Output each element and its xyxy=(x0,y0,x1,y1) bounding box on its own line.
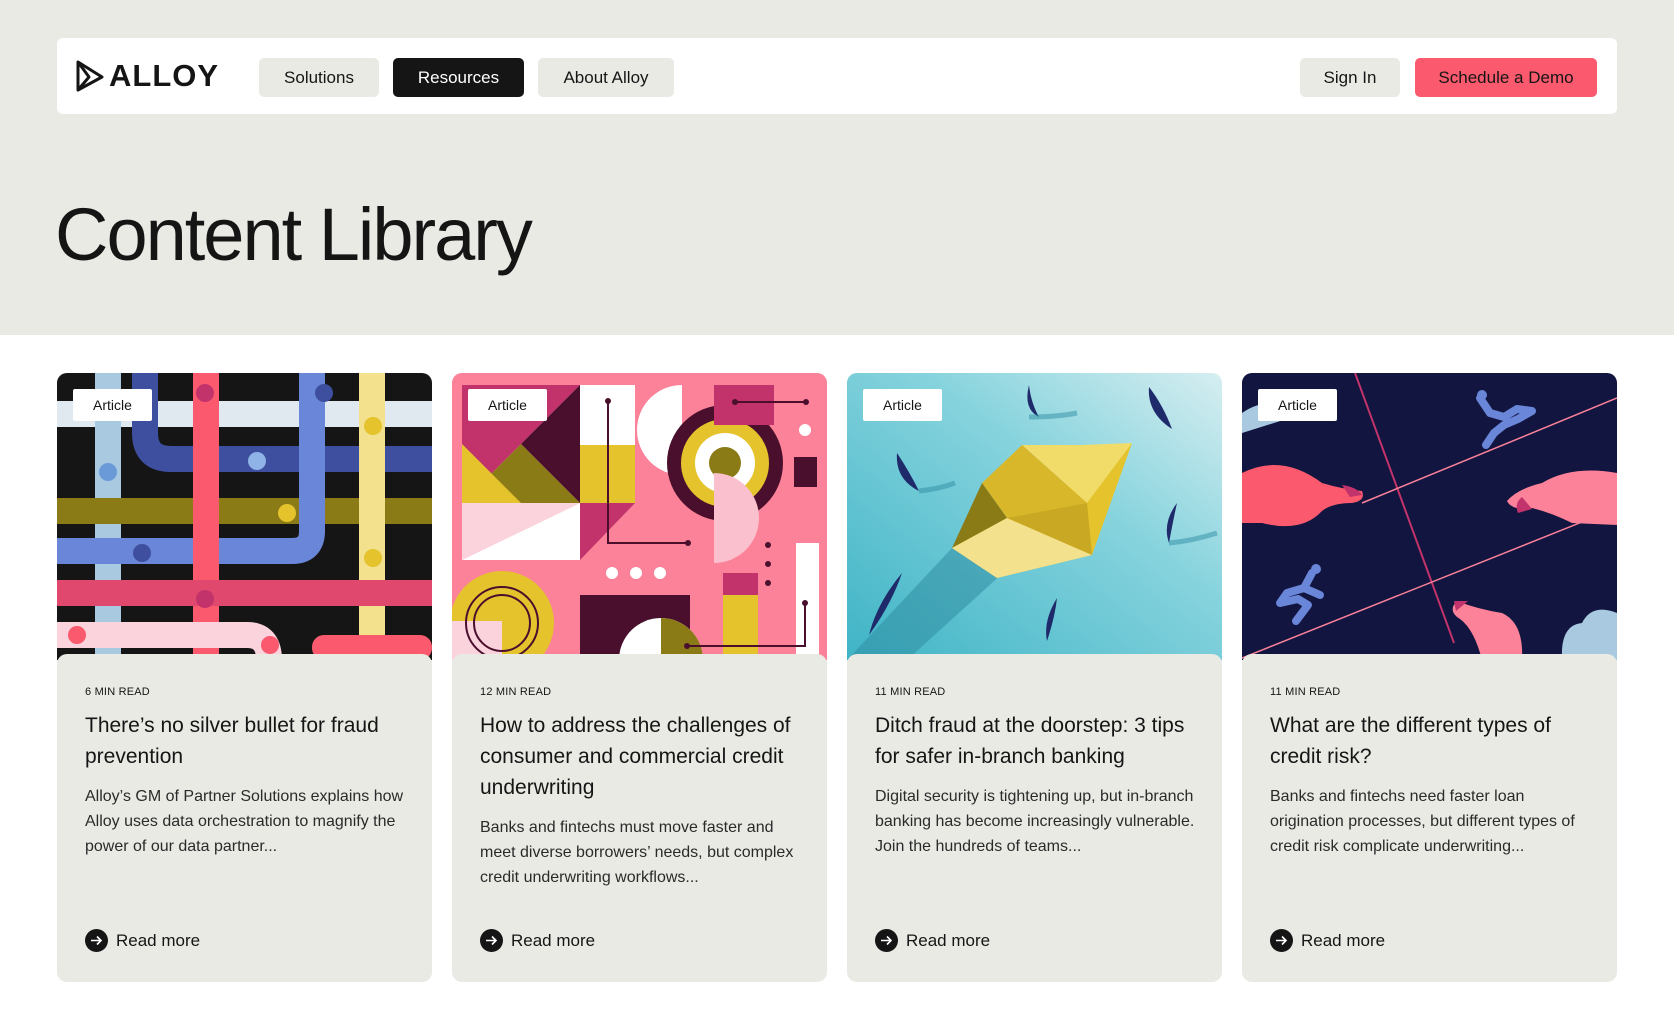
card-type-badge: Article xyxy=(863,389,942,421)
alloy-logo[interactable]: ALLOY xyxy=(75,58,219,94)
page-title: Content Library xyxy=(55,193,533,276)
card-description: Digital security is tightening up, but i… xyxy=(875,788,1195,855)
card-body: 6 MIN READ There’s no silver bullet for … xyxy=(57,654,432,976)
read-more-link[interactable]: Read more xyxy=(875,929,990,952)
nav-solutions[interactable]: Solutions xyxy=(259,58,379,97)
card-description: Banks and fintechs need faster loan orig… xyxy=(1270,788,1575,855)
sign-in-button[interactable]: Sign In xyxy=(1300,58,1400,97)
arrow-right-icon xyxy=(480,929,503,952)
card-title[interactable]: There’s no silver bullet for fraud preve… xyxy=(85,710,415,772)
nav-about-alloy[interactable]: About Alloy xyxy=(538,58,674,97)
read-more-link[interactable]: Read more xyxy=(85,929,200,952)
card-title[interactable]: What are the different types of credit r… xyxy=(1270,710,1600,772)
read-more-label: Read more xyxy=(1301,930,1386,950)
card-type-badge: Article xyxy=(73,389,152,421)
nav-resources[interactable]: Resources xyxy=(393,58,524,97)
card-body: 11 MIN READ What are the different types… xyxy=(1242,654,1617,976)
read-more-label: Read more xyxy=(511,930,596,950)
read-more-link[interactable]: Read more xyxy=(1270,929,1385,952)
arrow-right-icon xyxy=(875,929,898,952)
arrow-right-icon xyxy=(1270,929,1293,952)
read-time: 6 MIN READ xyxy=(85,686,150,698)
logo-text: ALLOY xyxy=(109,58,220,93)
card-type-badge: Article xyxy=(468,389,547,421)
top-nav: ALLOY Solutions Resources About Alloy Si… xyxy=(57,38,1617,114)
card-title[interactable]: How to address the challenges of consume… xyxy=(480,710,810,803)
content-card-4[interactable]: Article 11 MIN READ What are the differe… xyxy=(1242,373,1617,982)
hero-section: ALLOY Solutions Resources About Alloy Si… xyxy=(0,0,1674,335)
content-card-3[interactable]: Article 11 MIN READ Ditch fraud at the d… xyxy=(847,373,1222,982)
content-card-1[interactable]: Article 6 MIN READ There’s no silver bul… xyxy=(57,373,432,982)
read-more-link[interactable]: Read more xyxy=(480,929,595,952)
content-card-2[interactable]: Article 12 MIN READ How to address the c… xyxy=(452,373,827,982)
read-more-label: Read more xyxy=(116,930,201,950)
read-more-label: Read more xyxy=(906,930,991,950)
card-description: Alloy’s GM of Partner Solutions explains… xyxy=(85,788,404,855)
read-time: 12 MIN READ xyxy=(480,686,552,698)
schedule-demo-button[interactable]: Schedule a Demo xyxy=(1415,58,1597,97)
card-description: Banks and fintechs must move faster and … xyxy=(480,819,794,886)
arrow-right-icon xyxy=(85,929,108,952)
card-title[interactable]: Ditch fraud at the doorstep: 3 tips for … xyxy=(875,710,1205,772)
card-type-badge: Article xyxy=(1258,389,1337,421)
alloy-logo-icon xyxy=(76,60,104,92)
read-time: 11 MIN READ xyxy=(875,686,946,698)
read-time: 11 MIN READ xyxy=(1270,686,1341,698)
card-body: 12 MIN READ How to address the challenge… xyxy=(452,654,827,976)
card-body: 11 MIN READ Ditch fraud at the doorstep:… xyxy=(847,654,1222,976)
